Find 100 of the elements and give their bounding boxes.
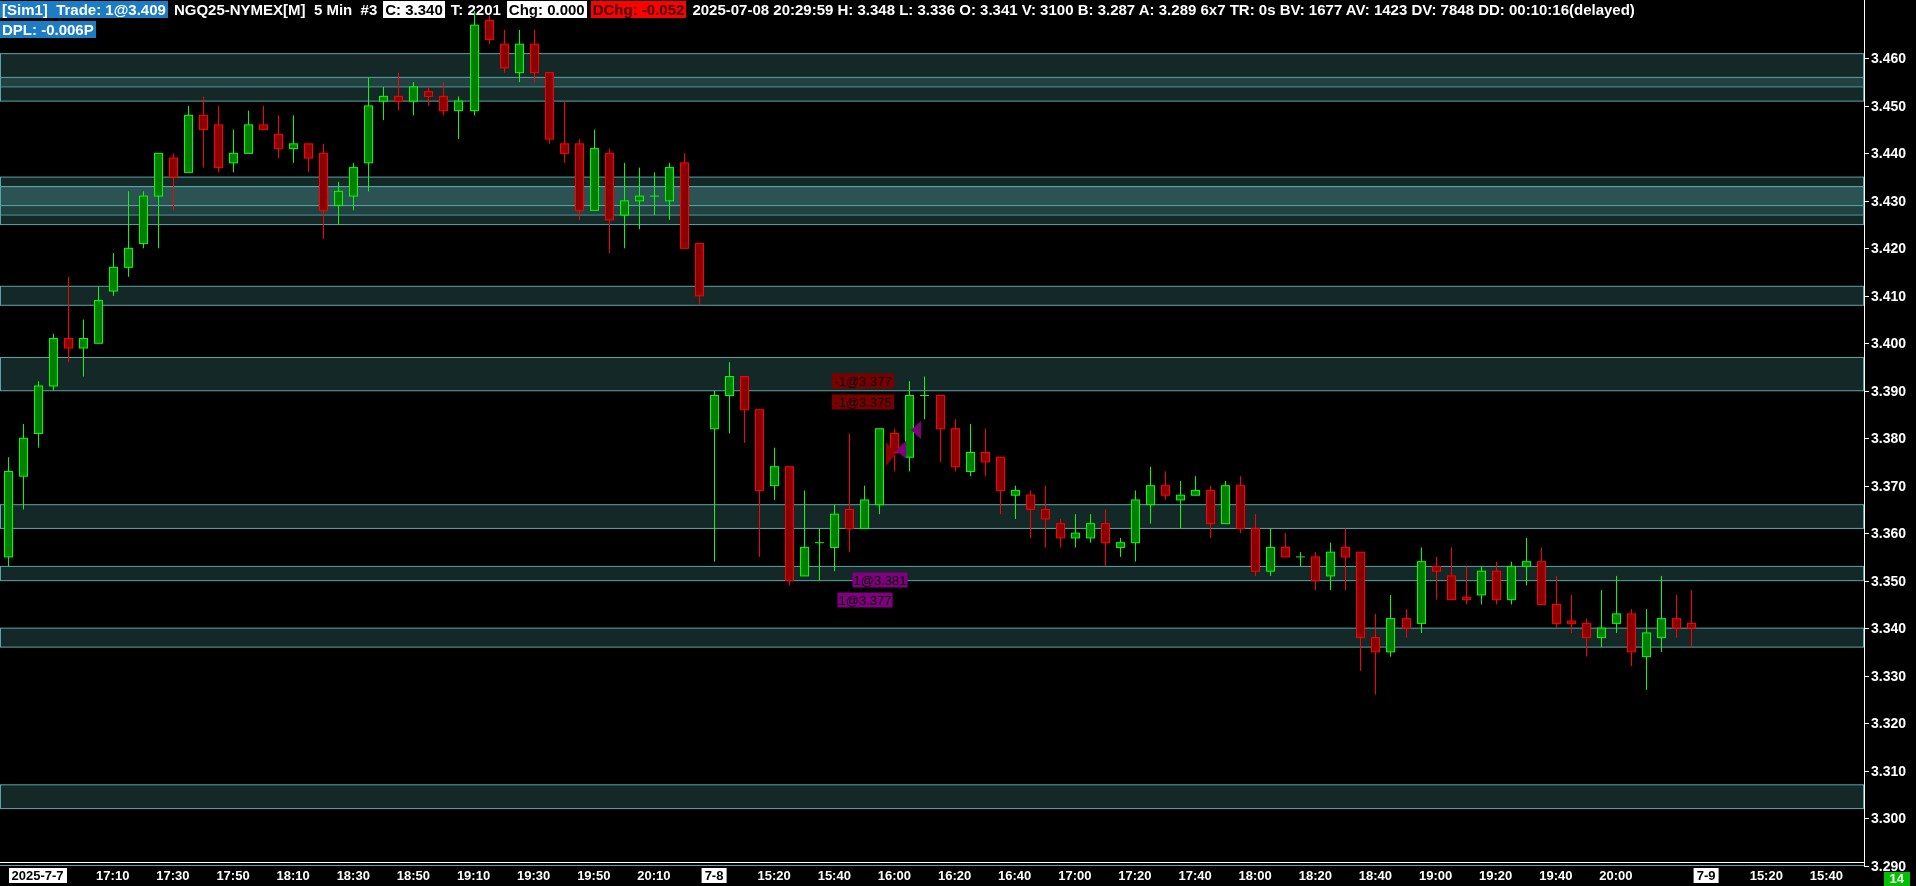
candlestick: [1101, 508, 1110, 567]
candlestick: [814, 527, 825, 582]
time-label: 19:20: [1479, 868, 1513, 883]
price-label: 3.300: [1871, 810, 1907, 827]
status-text: [Sim1] Trade: 1@3.409: [0, 1, 168, 18]
time-label: 15:40: [1809, 868, 1844, 883]
price-label: 3.340: [1871, 620, 1907, 637]
trade-label: -1@3.377: [831, 373, 895, 389]
time-label: 2025-7-7: [8, 868, 67, 883]
time-label: 20:00: [1599, 868, 1633, 883]
candlestick: [635, 167, 644, 230]
candlestick: [860, 485, 869, 529]
candlestick: [109, 252, 118, 297]
candlestick: [1386, 594, 1395, 658]
candlestick: [1341, 527, 1350, 591]
candlestick: [229, 129, 238, 173]
candlestick: [274, 114, 283, 159]
candlestick: [454, 95, 463, 140]
candlestick: [1402, 608, 1411, 639]
candlestick: [1191, 475, 1200, 496]
candlestick: [259, 105, 268, 131]
candlestick: [394, 72, 403, 112]
candlestick: [740, 376, 749, 444]
candlestick: [1326, 542, 1335, 591]
triangle-marker-icon: [911, 421, 921, 439]
candlestick: [1266, 527, 1275, 577]
time-label: 18:00: [1238, 868, 1272, 883]
candlestick: [1447, 546, 1456, 601]
time-label: 16:20: [937, 868, 972, 883]
time-label: 17:30: [156, 868, 190, 883]
candlestick: [334, 181, 343, 226]
candlestick: [184, 105, 193, 173]
candlestick: [169, 152, 178, 211]
candlestick: [1507, 561, 1516, 605]
candlestick: [1537, 546, 1546, 605]
price-label: 3.410: [1871, 287, 1907, 304]
candlestick: [94, 285, 103, 344]
time-label: 19:00: [1418, 868, 1453, 883]
candlestick: [649, 171, 660, 216]
candlestick: [139, 190, 148, 249]
triangle-marker-icon: [896, 441, 906, 459]
candlestick: [1011, 485, 1020, 520]
candlestick: [1236, 475, 1245, 534]
time-label: 18:40: [1358, 868, 1393, 883]
price-label: 3.450: [1871, 97, 1907, 114]
candlestick: [996, 456, 1005, 515]
price-label: 3.440: [1871, 145, 1907, 162]
price-label: 3.290: [1871, 857, 1907, 874]
candlestick: [304, 143, 313, 173]
price-label: 3.360: [1871, 525, 1907, 542]
candlestick: [1071, 513, 1080, 548]
candlestick: [1221, 480, 1230, 525]
time-label: 18:30: [336, 868, 370, 883]
time-label: 7-9: [1693, 868, 1719, 883]
candlestick: [1627, 608, 1636, 667]
candlestick: [560, 100, 569, 164]
price-label: 3.460: [1871, 50, 1907, 67]
candlestick: [439, 81, 448, 116]
candlestick: [919, 376, 930, 420]
candlestick: [1522, 537, 1531, 586]
candlestick: [1161, 470, 1170, 501]
candlestick: [1041, 485, 1050, 548]
candlestick: [981, 428, 990, 477]
candlestick: [830, 504, 839, 572]
candlestick: [1687, 589, 1696, 648]
candlestick: [409, 81, 418, 116]
candlestick: [485, 15, 494, 45]
candlestick: [1612, 575, 1621, 634]
price-label: 3.370: [1871, 477, 1907, 494]
candlestick: [424, 86, 433, 107]
candlestick: [1552, 575, 1561, 629]
candlestick: [1295, 551, 1306, 567]
candlestick: [34, 380, 43, 449]
candlestick: [1146, 466, 1155, 525]
price-label: 3.320: [1871, 715, 1907, 732]
candlestick: [770, 447, 779, 501]
price-label: 3.330: [1871, 667, 1907, 684]
price-label: 3.420: [1871, 240, 1907, 257]
time-label: 20:10: [637, 868, 671, 883]
time-label: 17:00: [1058, 868, 1092, 883]
time-label: 19:50: [577, 868, 611, 883]
time-label: 19:10: [456, 868, 491, 883]
time-label: 18:10: [276, 868, 310, 883]
status-text: C: 3.340: [383, 1, 445, 18]
time-label: 15:20: [757, 868, 791, 883]
price-label: 3.400: [1871, 335, 1907, 352]
price-label: 3.310: [1871, 762, 1907, 779]
candlestick: [530, 29, 539, 83]
time-label: 16:40: [998, 868, 1032, 883]
status-text: DPL: -0.006P: [0, 21, 96, 38]
time-label: 19:30: [517, 868, 551, 883]
time-label: 18:50: [396, 868, 430, 883]
trade-label: 1@3.377: [837, 592, 893, 608]
candlestick: [966, 423, 975, 477]
candlestick: [49, 333, 58, 392]
time-label: 18:20: [1298, 868, 1332, 883]
candlestick: [1251, 513, 1260, 577]
time-label: 17:10: [96, 868, 130, 883]
candlestick: [244, 110, 253, 154]
time-label: 15:20: [1749, 868, 1783, 883]
